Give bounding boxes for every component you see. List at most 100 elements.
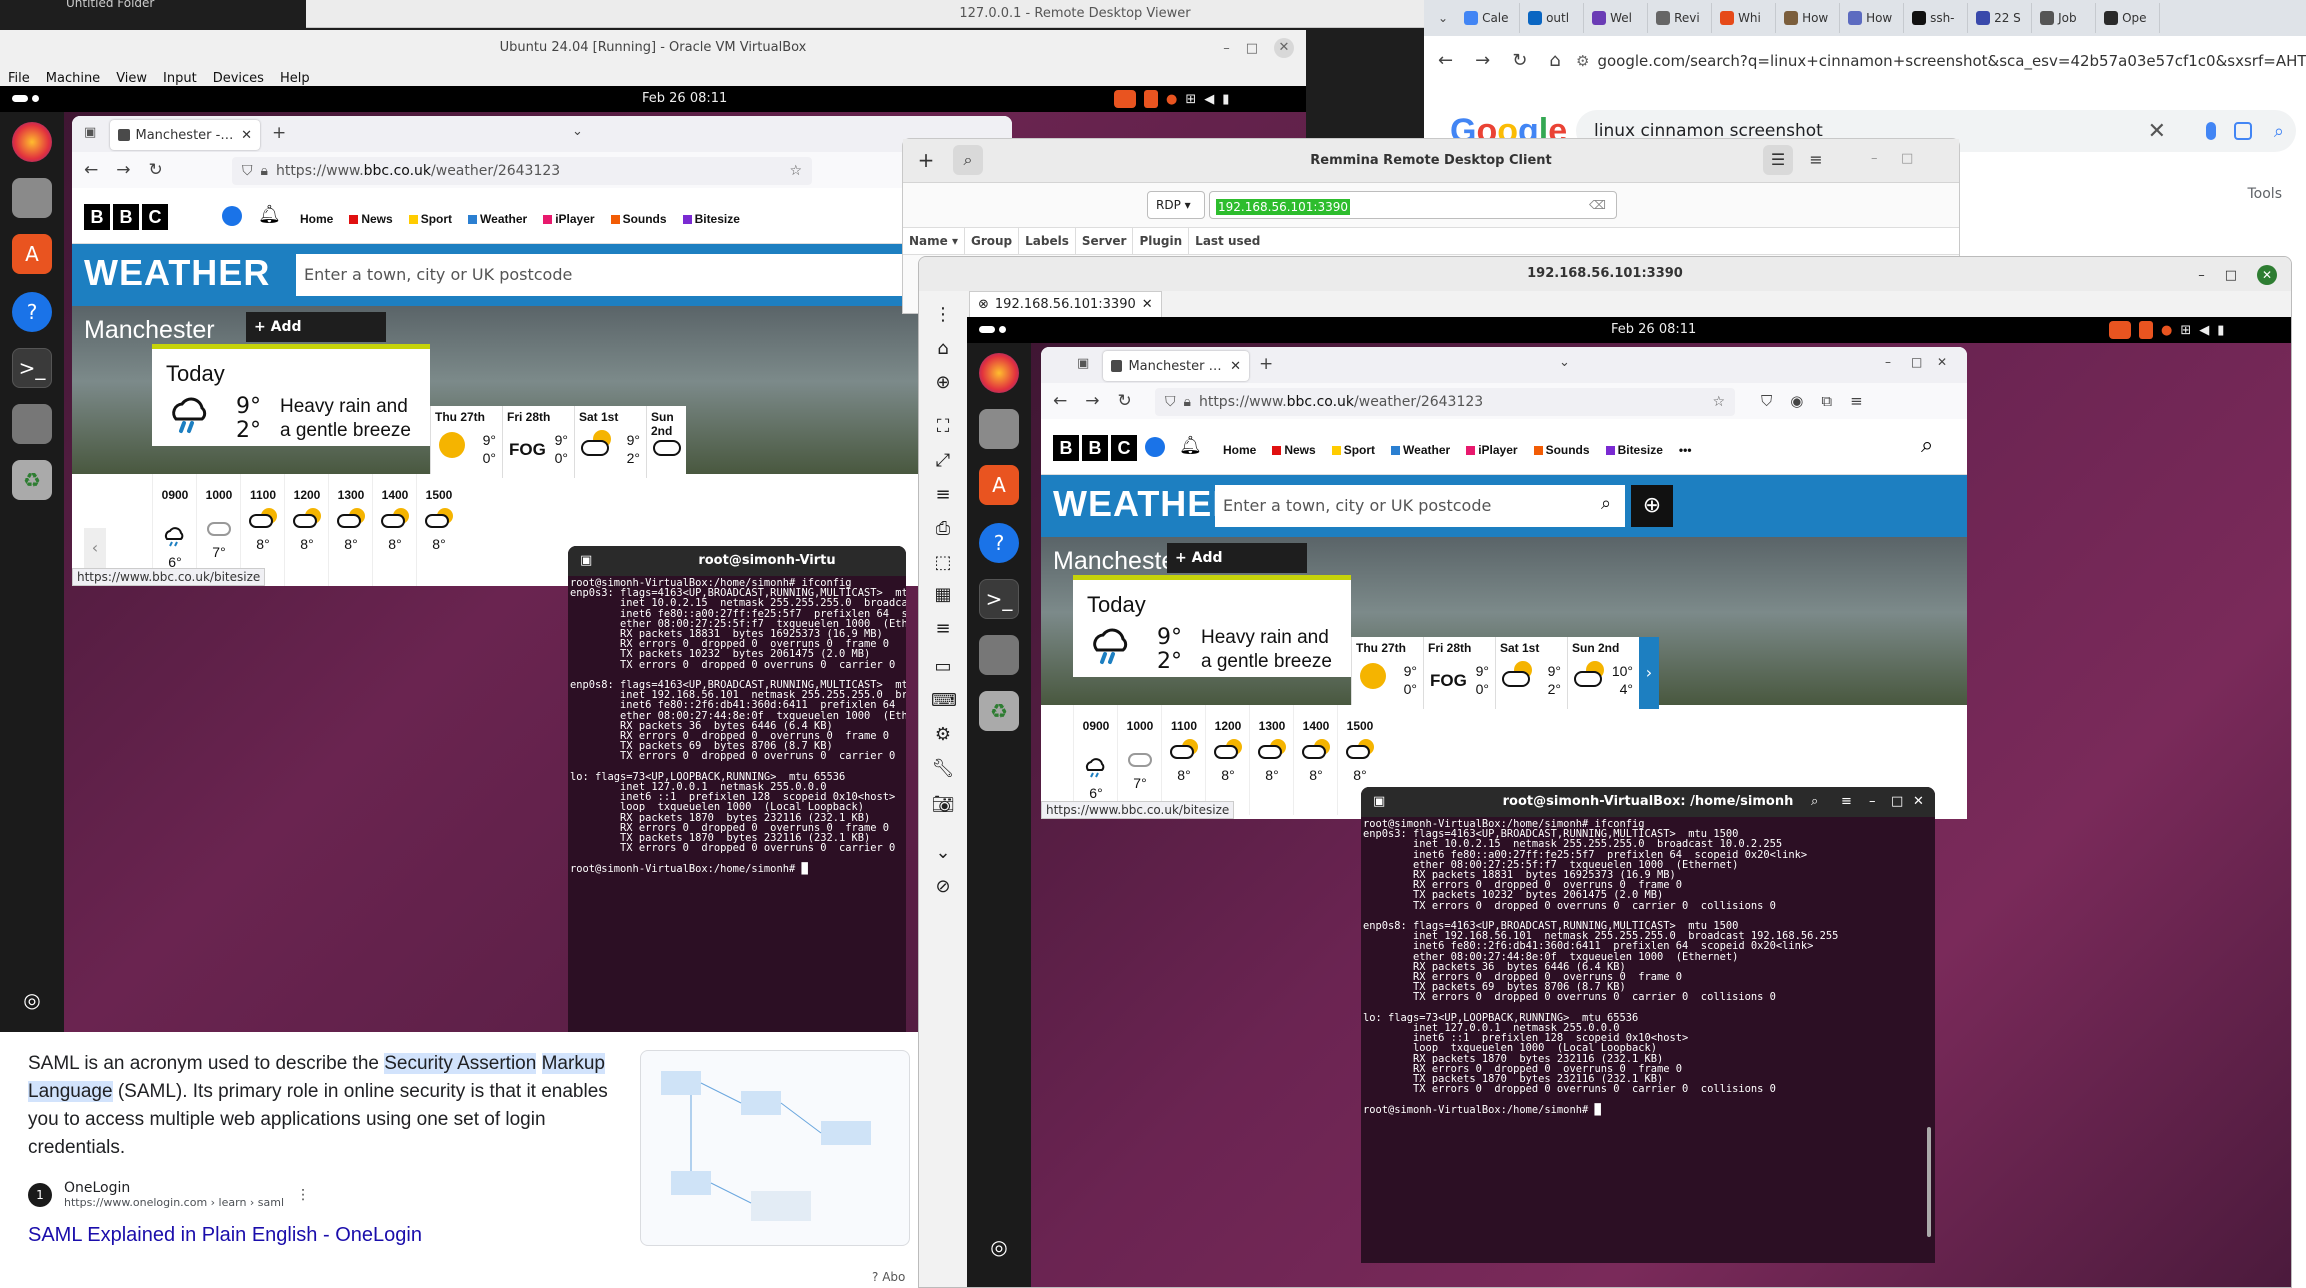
chrome-tab[interactable]: Whi xyxy=(1714,3,1777,33)
menu-file[interactable]: File xyxy=(8,71,30,86)
files-icon[interactable] xyxy=(979,409,1019,449)
more-options-icon[interactable]: ⋮ xyxy=(296,1187,310,1203)
chrome-address-bar[interactable]: ⚙ google.com/search?q=linux+cinnamon+scr… xyxy=(1576,46,2306,76)
bookmark-star-icon[interactable]: ☆ xyxy=(789,163,802,179)
close-icon[interactable]: ✕ xyxy=(2257,265,2277,285)
hour-slot[interactable]: 1300 8° xyxy=(1249,705,1293,815)
multi-monitor-icon[interactable]: ≡ xyxy=(931,483,955,507)
locate-me-icon[interactable]: ⊕ xyxy=(1631,485,1673,527)
result-source[interactable]: 1 OneLogin https://www.onelogin.com › le… xyxy=(28,1180,310,1209)
stop-icon[interactable] xyxy=(1144,90,1158,108)
files-icon[interactable] xyxy=(12,178,52,218)
dynamic-resize-icon[interactable]: ⬚ xyxy=(931,551,955,575)
menu-input[interactable]: Input xyxy=(163,71,197,86)
day-card[interactable]: Thu 27th 9° 0° xyxy=(1351,637,1423,709)
keyboard-icon[interactable]: ⌨ xyxy=(931,689,957,713)
firefox-tab[interactable]: Manchester - BBC Weath ✕ xyxy=(110,120,260,150)
hour-slot[interactable]: 1500 8° xyxy=(416,474,460,586)
col-last-used[interactable]: Last used xyxy=(1189,228,1266,254)
day-card[interactable]: Sun 2nd 10° 4° xyxy=(1567,637,1639,709)
help-icon[interactable]: ? xyxy=(979,523,1019,563)
location-search-input[interactable]: Enter a town, city or UK postcode xyxy=(1215,485,1625,527)
disconnect-icon[interactable]: ⊘ xyxy=(931,875,955,899)
nav-sport[interactable]: Sport xyxy=(1331,443,1375,457)
chrome-tab[interactable]: 22 S xyxy=(1970,3,2033,33)
maximize-icon[interactable]: □ xyxy=(1911,355,1922,369)
firefox-icon[interactable] xyxy=(12,122,52,162)
day-card[interactable]: Sat 1st 9° 2° xyxy=(574,406,646,478)
menu-icon[interactable]: ≡ xyxy=(1850,392,1863,410)
hour-slot[interactable]: 1300 8° xyxy=(328,474,372,586)
close-icon[interactable]: ✕ xyxy=(1274,38,1294,58)
nav-weather[interactable]: Weather xyxy=(468,212,527,226)
minimize-icon[interactable]: – xyxy=(2198,268,2205,283)
hour-slot[interactable]: 1400 8° xyxy=(372,474,416,586)
chrome-tab[interactable]: outl xyxy=(1522,3,1585,33)
app-center-icon[interactable]: A xyxy=(979,465,1019,505)
terminal-icon[interactable]: >_ xyxy=(979,579,1019,619)
chrome-tab[interactable]: ssh- xyxy=(1906,3,1969,33)
forward-icon[interactable]: → xyxy=(1475,50,1490,71)
account-icon[interactable] xyxy=(222,206,242,226)
site-info-icon[interactable]: ⚙ xyxy=(1576,52,1589,70)
nav-sounds[interactable]: Sounds xyxy=(1533,443,1590,457)
new-connection-icon[interactable]: ⊕ xyxy=(931,371,955,395)
reload-icon[interactable]: ↻ xyxy=(1118,391,1132,411)
chrome-tab[interactable]: Ope xyxy=(2098,3,2161,33)
fullscreen-icon[interactable]: ⛶ xyxy=(931,415,955,439)
terminal-icon[interactable]: >_ xyxy=(12,348,52,388)
screen-share-icon[interactable] xyxy=(2109,321,2131,339)
hour-slot[interactable]: 1400 8° xyxy=(1293,705,1337,815)
nav-news[interactable]: News xyxy=(349,212,393,226)
account-icon[interactable] xyxy=(1145,437,1165,457)
microphone-icon[interactable] xyxy=(2206,122,2216,140)
nav-iplayer[interactable]: iPlayer xyxy=(1466,443,1518,457)
reload-icon[interactable]: ↻ xyxy=(149,160,163,180)
close-tab-icon[interactable]: ✕ xyxy=(241,128,252,143)
tab-overview-icon[interactable]: ▣ xyxy=(1077,356,1089,371)
day-card[interactable]: Fri 28th FOG 9° 0° xyxy=(1423,637,1495,709)
chrome-tab[interactable]: How xyxy=(1842,3,1905,33)
quick-connect-input[interactable]: 192.168.56.101:3390 ⌫ xyxy=(1209,191,1617,219)
nav-bitesize[interactable]: Bitesize xyxy=(1605,443,1663,457)
nav-weather[interactable]: Weather xyxy=(1391,443,1450,457)
maximize-icon[interactable]: □ xyxy=(2225,268,2237,283)
about-link[interactable]: ? Abo xyxy=(872,1270,905,1284)
more-options-icon[interactable]: ⋮ xyxy=(931,303,955,327)
col-name[interactable]: Name ▾ xyxy=(903,228,965,254)
protocol-select[interactable]: RDP ▾ xyxy=(1147,191,1205,219)
search-icon[interactable]: ⌕ xyxy=(1921,433,1933,458)
tab-list-chevron-icon[interactable]: ⌄ xyxy=(572,124,583,139)
close-icon[interactable]: ✕ xyxy=(1937,355,1947,369)
close-icon[interactable]: ✕ xyxy=(1913,787,1924,817)
workspaces-indicator[interactable] xyxy=(12,95,40,103)
more-icon[interactable]: ••• xyxy=(1679,443,1692,457)
drive-icon[interactable] xyxy=(12,404,52,444)
minimize-icon[interactable]: – xyxy=(1871,151,1878,166)
terminal-window[interactable]: ▣ root@simonh-VirtualBox: /home/simonh ⌕… xyxy=(1361,787,1935,1263)
notifications-bell-icon[interactable]: 🔔︎ xyxy=(1179,435,1202,456)
menu-help[interactable]: Help xyxy=(280,71,310,86)
app-center-icon[interactable]: A xyxy=(12,234,52,274)
minimize-chevron-icon[interactable]: ⌄ xyxy=(931,841,955,865)
day-card[interactable]: Fri 28th FOG 9° 0° xyxy=(502,406,574,478)
chrome-tab[interactable]: How xyxy=(1778,3,1841,33)
saml-diagram-thumbnail[interactable] xyxy=(640,1050,910,1246)
extensions-icon[interactable]: ⧉ xyxy=(1821,392,1832,410)
chrome-tab[interactable]: Wel xyxy=(1586,3,1649,33)
fit-window-icon[interactable]: ⤢ xyxy=(931,449,955,473)
forward-icon[interactable]: → xyxy=(116,160,130,180)
col-group[interactable]: Group xyxy=(965,228,1020,254)
search-icon[interactable]: ⌕ xyxy=(1601,493,1611,514)
reload-icon[interactable]: ↻ xyxy=(1512,50,1527,71)
preferences-icon[interactable]: ⚙ xyxy=(931,723,955,747)
search-icon[interactable]: ⌕ xyxy=(2274,121,2284,142)
tab-list-chevron-icon[interactable]: ⌄ xyxy=(1559,355,1570,370)
pocket-icon[interactable]: ⛉ xyxy=(1761,392,1772,410)
bbc-logo[interactable]: BBC xyxy=(84,204,168,230)
next-days-chevron-icon[interactable]: › xyxy=(1639,637,1659,709)
tools-icon[interactable]: 🔧︎ xyxy=(931,757,955,781)
scroll-left-chevron-icon[interactable]: ‹ xyxy=(84,528,106,568)
day-card[interactable]: Sun 2nd xyxy=(646,406,686,478)
firefox-tab[interactable]: Manchester - BBC Weath ✕ xyxy=(1103,351,1249,381)
